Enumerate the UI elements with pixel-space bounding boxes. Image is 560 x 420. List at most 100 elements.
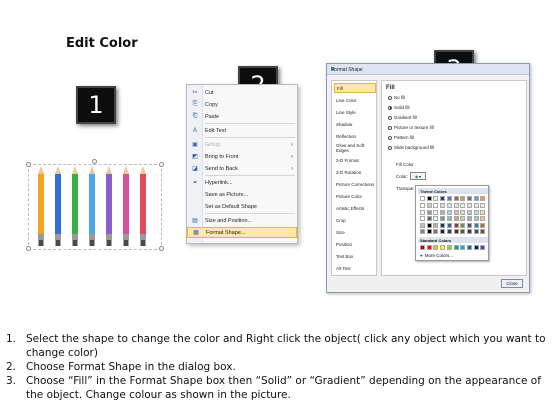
pencil[interactable] (89, 166, 95, 246)
nav-item-fill[interactable]: Fill (334, 83, 376, 93)
context-item-send-to-back[interactable]: ◪ Send to Back › (187, 163, 297, 174)
standard-color-swatch[interactable] (433, 245, 439, 250)
color-swatch[interactable] (473, 222, 479, 228)
radio-dot[interactable] (388, 145, 392, 150)
radio-slide-background-fill[interactable]: Slide background fill (388, 145, 434, 150)
color-swatch[interactable] (460, 216, 466, 222)
pencil[interactable] (140, 166, 146, 246)
color-swatch[interactable] (440, 216, 446, 222)
color-swatch[interactable] (466, 229, 472, 234)
color-swatch[interactable] (460, 229, 466, 234)
radio-pattern-fill[interactable]: Pattern fill (388, 135, 414, 140)
context-item-paste[interactable]: ⎗ Paste (187, 111, 297, 122)
nav-item-text-box[interactable]: Text Box (334, 251, 376, 261)
context-item-cut[interactable]: ✂ Cut (187, 87, 297, 98)
color-swatch[interactable] (446, 203, 452, 209)
color-swatch[interactable] (453, 229, 459, 234)
color-swatch[interactable] (433, 203, 439, 209)
close-icon[interactable]: ✕ (331, 67, 525, 73)
pencil[interactable] (38, 166, 44, 246)
color-swatch[interactable] (426, 222, 432, 228)
color-swatch[interactable] (433, 216, 439, 222)
color-swatch[interactable] (453, 203, 459, 209)
color-swatch[interactable] (453, 196, 459, 201)
color-swatch[interactable] (420, 209, 425, 215)
context-item-format-shape[interactable]: ▦ Format Shape... (187, 227, 297, 238)
color-swatch[interactable] (480, 229, 486, 234)
color-swatch[interactable] (433, 222, 439, 228)
color-picker-button[interactable]: ◆ ▾ (410, 172, 426, 180)
pencil[interactable] (123, 166, 129, 246)
color-swatch[interactable] (446, 222, 452, 228)
color-swatch[interactable] (446, 209, 452, 215)
radio-dot[interactable] (388, 105, 392, 110)
color-swatch[interactable] (446, 196, 452, 201)
nav-item-shadow[interactable]: Shadow (334, 119, 376, 129)
standard-color-swatch[interactable] (480, 245, 486, 250)
pencil[interactable] (106, 166, 112, 246)
color-swatch[interactable] (480, 196, 486, 201)
color-swatch[interactable] (473, 216, 479, 222)
color-swatch[interactable] (420, 216, 425, 222)
color-swatch[interactable] (473, 203, 479, 209)
context-item-edit-text[interactable]: A Edit Text (187, 125, 297, 136)
color-swatch[interactable] (453, 222, 459, 228)
color-swatch[interactable] (420, 203, 425, 209)
color-swatch[interactable] (433, 229, 439, 234)
standard-color-swatch[interactable] (466, 245, 472, 250)
context-item-set-as-default-shape[interactable]: Set as Default Shape (187, 201, 297, 212)
color-swatch[interactable] (426, 209, 432, 215)
nav-item-3-d-rotation[interactable]: 3-D Rotation (334, 167, 376, 177)
radio-dot[interactable] (388, 135, 392, 140)
pencil-group[interactable] (32, 166, 160, 250)
color-swatch[interactable] (480, 216, 486, 222)
color-swatch[interactable] (473, 209, 479, 215)
context-item-size-and-position[interactable]: ▤ Size and Position... (187, 215, 297, 226)
nav-item-alt-text[interactable]: Alt Text (334, 263, 376, 273)
standard-color-swatch[interactable] (460, 245, 466, 250)
color-swatch[interactable] (426, 229, 432, 234)
color-swatch[interactable] (480, 222, 486, 228)
color-swatch[interactable] (440, 222, 446, 228)
standard-color-swatch[interactable] (440, 245, 446, 250)
radio-dot[interactable] (388, 95, 392, 100)
color-swatch[interactable] (420, 229, 425, 234)
color-swatch[interactable] (480, 203, 486, 209)
color-swatch[interactable] (420, 222, 425, 228)
color-swatch[interactable] (460, 209, 466, 215)
color-swatch[interactable] (440, 196, 446, 201)
context-item-bring-to-front[interactable]: ◩ Bring to Front › (187, 151, 297, 162)
color-swatch[interactable] (446, 216, 452, 222)
radio-no-fill[interactable]: No fill (388, 95, 405, 100)
color-swatch[interactable] (446, 229, 452, 234)
more-colors-link[interactable]: ● More Colors... (420, 253, 453, 258)
nav-item-reflection[interactable]: Reflection (334, 131, 376, 141)
radio-gradient-fill[interactable]: Gradient fill (388, 115, 417, 120)
rotate-handle[interactable] (92, 159, 97, 164)
dialog-title-bar[interactable]: Format Shape ? ✕ (327, 64, 529, 75)
radio-dot[interactable] (388, 115, 392, 120)
color-swatch[interactable] (440, 229, 446, 234)
color-swatch[interactable] (480, 209, 486, 215)
color-swatch[interactable] (440, 209, 446, 215)
context-item-group[interactable]: ▣ Group › (187, 139, 297, 150)
nav-item-picture-color[interactable]: Picture Color (334, 191, 376, 201)
color-swatch[interactable] (426, 203, 432, 209)
nav-item-size[interactable]: Size (334, 227, 376, 237)
color-swatch[interactable] (453, 209, 459, 215)
color-swatch[interactable] (466, 216, 472, 222)
context-item-save-as-picture[interactable]: Save as Picture... (187, 189, 297, 200)
radio-solid-fill[interactable]: Solid fill (388, 105, 410, 110)
color-swatch[interactable] (440, 203, 446, 209)
color-swatch[interactable] (420, 196, 425, 201)
standard-color-swatch[interactable] (453, 245, 459, 250)
color-swatch[interactable] (460, 196, 466, 201)
pencil[interactable] (55, 166, 61, 246)
standard-color-swatch[interactable] (473, 245, 479, 250)
radio-picture-or-texture-fill[interactable]: Picture or texture fill (388, 125, 434, 130)
color-swatch[interactable] (426, 196, 432, 201)
context-item-copy[interactable]: ⎘ Copy (187, 99, 297, 110)
standard-color-swatch[interactable] (420, 245, 425, 250)
radio-dot[interactable] (388, 125, 392, 130)
color-swatch[interactable] (466, 196, 472, 201)
